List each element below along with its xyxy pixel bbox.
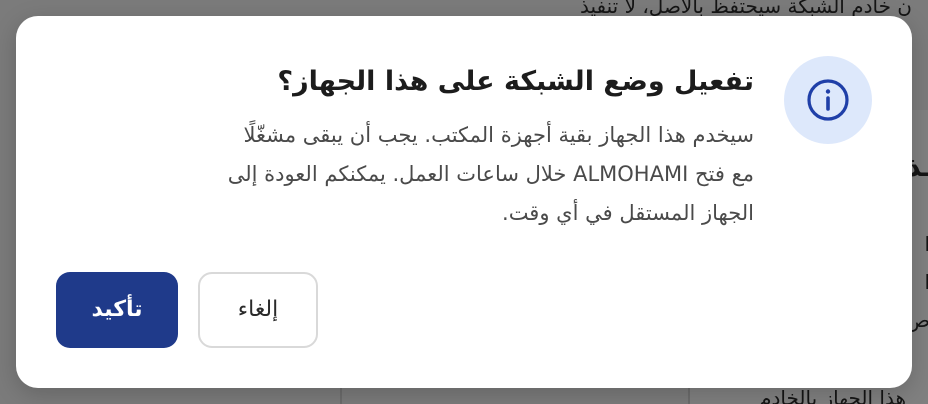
dialog-message: سيخدم هذا الجهاز بقية أجهزة المكتب. يجب … — [64, 116, 754, 233]
dialog-message-line: سيخدم هذا الجهاز بقية أجهزة المكتب. يجب … — [243, 123, 754, 147]
confirm-button[interactable]: تأكيد — [56, 272, 178, 348]
background-char-2: ا — [924, 270, 928, 294]
info-icon — [807, 79, 849, 121]
dialog-message-line: مع فتح ALMOHAMI خلال ساعات العمل. يمكنكم… — [227, 162, 754, 186]
dialog-message-line: الجهاز المستقل في أي وقت. — [502, 201, 754, 225]
info-icon-badge — [784, 56, 872, 144]
network-mode-dialog: تفعيل وضع الشبكة على هذا الجهاز؟ سيخدم ه… — [16, 16, 912, 388]
dialog-title: تفعيل وضع الشبكة على هذا الجهاز؟ — [277, 66, 754, 97]
background-char-1: ا — [924, 232, 928, 256]
cancel-button[interactable]: إلغاء — [198, 272, 318, 348]
background-bottom-text: هذا الجهاز بالخادم — [759, 386, 906, 404]
background-divider-bottom — [340, 388, 342, 404]
